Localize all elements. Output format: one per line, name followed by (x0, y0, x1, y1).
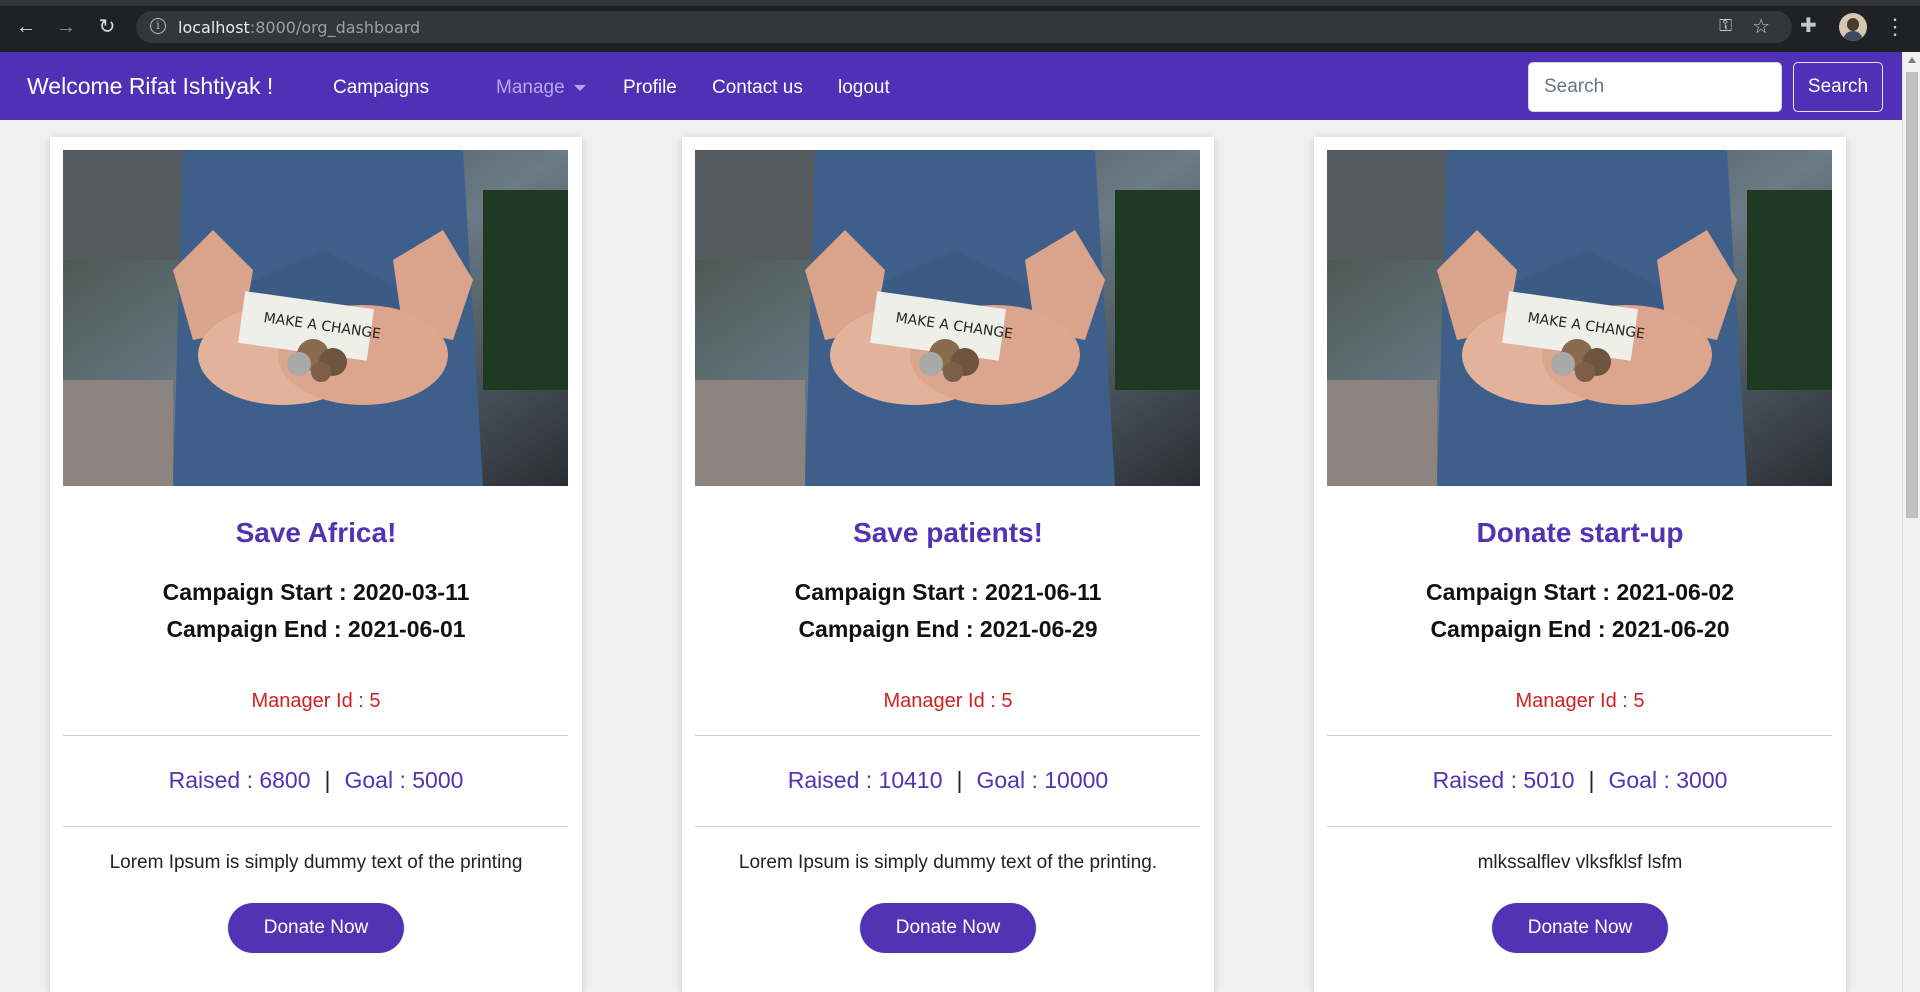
url-path: :8000/org_dashboard (249, 18, 421, 37)
campaign-start-date: Campaign Start : 2020-03-11 (162, 579, 470, 605)
campaign-image: MAKE A CHANGE (63, 150, 568, 486)
campaign-description: mlkssalflev vlksfklsf lsfm (1477, 852, 1683, 873)
manager-id: Manager Id : 5 (251, 690, 381, 712)
campaign-end-date: Campaign End : 2021-06-29 (798, 616, 1098, 642)
campaign-image: MAKE A CHANGE (695, 150, 1200, 486)
divider (1327, 826, 1832, 827)
campaign-title[interactable]: Donate start-up (1314, 517, 1846, 549)
page-scrollbar[interactable] (1902, 52, 1920, 992)
goal-amount: Goal : 10000 (976, 767, 1109, 793)
divider (695, 735, 1200, 736)
donate-now-button[interactable]: Donate Now (1492, 903, 1668, 953)
scroll-up-arrow-icon[interactable] (1908, 57, 1916, 63)
brand-welcome[interactable]: Welcome Rifat Ishtiyak ! (27, 73, 273, 100)
key-icon[interactable]: ⚿ (1719, 16, 1732, 36)
address-bar[interactable]: i localhost:8000/org_dashboard ⚿ ☆ (136, 11, 1792, 43)
divider (63, 735, 568, 736)
donation-hands-image: MAKE A CHANGE (63, 150, 568, 486)
url-text[interactable]: localhost:8000/org_dashboard (178, 18, 420, 37)
url-host: localhost (178, 18, 250, 37)
divider (695, 826, 1200, 827)
reload-icon[interactable]: ↻ (93, 13, 121, 41)
extensions-puzzle-icon[interactable]: ✚ (1800, 13, 1817, 38)
profile-avatar[interactable] (1839, 13, 1867, 41)
site-info-icon[interactable]: i (150, 18, 166, 34)
campaign-description: Lorem Ipsum is simply dummy text of the … (109, 852, 523, 873)
campaign-description: Lorem Ipsum is simply dummy text of the … (738, 852, 1158, 873)
manager-id: Manager Id : 5 (883, 690, 1013, 712)
separator: | (324, 767, 331, 793)
donation-hands-image: MAKE A CHANGE (695, 150, 1200, 486)
separator: | (956, 767, 963, 793)
campaign-card: MAKE A CHANGE Save Africa! Campaign Star… (50, 137, 582, 992)
funding-summary: Raised : 10410 | Goal : 10000 (682, 767, 1214, 794)
manager-id: Manager Id : 5 (1515, 690, 1645, 712)
separator: | (1588, 767, 1595, 793)
campaign-title[interactable]: Save Africa! (50, 517, 582, 549)
top-navbar: Welcome Rifat Ishtiyak ! Campaigns Manag… (0, 52, 1902, 120)
forward-arrow-icon[interactable]: → (52, 13, 80, 41)
nav-campaigns[interactable]: Campaigns (333, 77, 429, 99)
funding-summary: Raised : 6800 | Goal : 5000 (50, 767, 582, 794)
nav-manage-label: Manage (496, 77, 565, 98)
kebab-menu-icon[interactable]: ⋮ (1884, 13, 1906, 41)
campaign-end-date: Campaign End : 2021-06-01 (166, 616, 466, 642)
campaign-image: MAKE A CHANGE (1327, 150, 1832, 486)
funding-summary: Raised : 5010 | Goal : 3000 (1314, 767, 1846, 794)
nav-manage-dropdown[interactable]: Manage (496, 77, 586, 99)
caret-down-icon (573, 84, 586, 91)
goal-amount: Goal : 3000 (1608, 767, 1728, 793)
donate-now-button[interactable]: Donate Now (228, 903, 404, 953)
back-arrow-icon[interactable]: ← (12, 13, 40, 41)
donation-hands-image: MAKE A CHANGE (1327, 150, 1832, 486)
search-button[interactable]: Search (1793, 62, 1883, 112)
donate-now-button[interactable]: Donate Now (860, 903, 1036, 953)
divider (63, 826, 568, 827)
divider (1327, 735, 1832, 736)
nav-logout[interactable]: logout (838, 77, 890, 99)
browser-chrome: ← → ↻ i localhost:8000/org_dashboard ⚿ ☆… (0, 0, 1920, 52)
campaign-card: MAKE A CHANGE Save patients! Campaign St… (682, 137, 1214, 992)
campaign-start-date: Campaign Start : 2021-06-02 (1425, 579, 1735, 605)
goal-amount: Goal : 5000 (344, 767, 464, 793)
campaign-card: MAKE A CHANGE Donate start-up Campaign S… (1314, 137, 1846, 992)
campaign-start-date: Campaign Start : 2021-06-11 (794, 579, 1102, 605)
campaign-title[interactable]: Save patients! (682, 517, 1214, 549)
bookmark-star-icon[interactable]: ☆ (1752, 14, 1770, 39)
search-input[interactable] (1528, 62, 1782, 112)
nav-contact[interactable]: Contact us (712, 77, 803, 99)
raised-amount: Raised : 10410 (787, 767, 943, 793)
raised-amount: Raised : 5010 (1432, 767, 1575, 793)
nav-profile[interactable]: Profile (623, 77, 677, 99)
scrollbar-thumb[interactable] (1906, 72, 1918, 518)
tab-strip (0, 0, 1920, 6)
campaign-end-date: Campaign End : 2021-06-20 (1430, 616, 1730, 642)
raised-amount: Raised : 6800 (168, 767, 311, 793)
